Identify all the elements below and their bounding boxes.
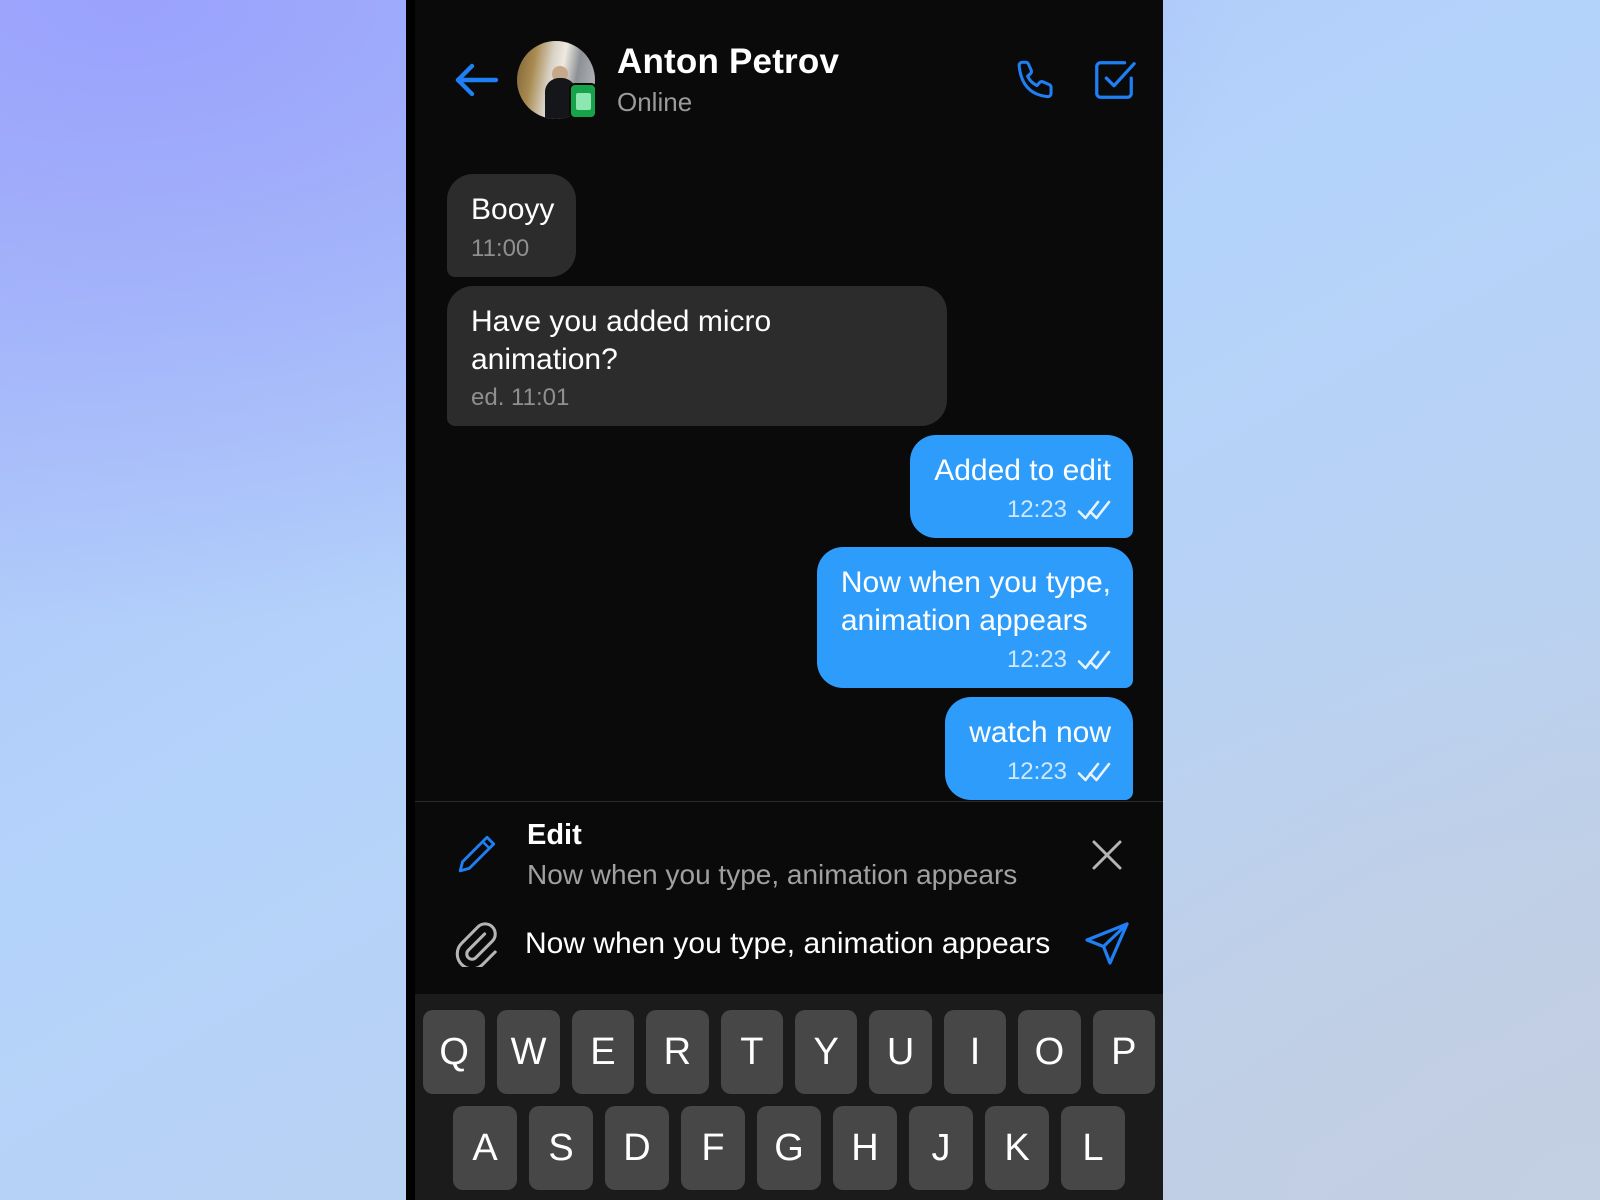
edit-preview-text: Now when you type, animation appears bbox=[527, 859, 1018, 891]
edit-close-button[interactable] bbox=[1081, 829, 1133, 881]
arrow-left-icon bbox=[455, 63, 499, 97]
message-timestamp: 12:23 bbox=[1006, 496, 1067, 524]
confirm-button[interactable] bbox=[1087, 53, 1141, 107]
message-row: Added to edit 12:23 bbox=[447, 435, 1133, 539]
phone-icon bbox=[1017, 60, 1053, 99]
send-plane-icon bbox=[1085, 922, 1129, 965]
outgoing-message-bubble[interactable]: Added to edit 12:23 bbox=[910, 435, 1133, 539]
phone-device-frame: Anton Petrov Online Booyy 11:00 Have you a… bbox=[406, 0, 1163, 1200]
header-actions bbox=[1009, 53, 1141, 107]
key-r[interactable]: R bbox=[646, 1010, 709, 1094]
send-button[interactable] bbox=[1077, 914, 1137, 974]
key-o[interactable]: O bbox=[1018, 1010, 1081, 1094]
composer-area: Edit Now when you type, animation appear… bbox=[415, 800, 1163, 994]
key-u[interactable]: U bbox=[869, 1010, 932, 1094]
keyboard-row: ASDFGHJKL bbox=[423, 1106, 1155, 1190]
message-text: Added to edit bbox=[934, 454, 1111, 488]
incoming-message-bubble[interactable]: Booyy 11:00 bbox=[447, 174, 577, 277]
key-q[interactable]: Q bbox=[422, 1010, 486, 1094]
message-text: Have you added micro animation? bbox=[471, 304, 772, 376]
check-square-icon bbox=[1095, 61, 1136, 99]
message-meta: ed. 11:01 bbox=[471, 384, 925, 412]
back-button[interactable] bbox=[447, 51, 505, 109]
on-screen-keyboard: QWERTYUIOP ASDFGHJKL bbox=[415, 994, 1163, 1200]
double-check-icon bbox=[1077, 500, 1111, 520]
incoming-message-bubble[interactable]: Have you added micro animation? ed. 11:01 bbox=[447, 285, 947, 427]
outgoing-message-bubble[interactable]: watch now 12:23 bbox=[945, 696, 1133, 800]
header-text-block: Anton Petrov Online bbox=[617, 42, 1009, 117]
message-text: watch now bbox=[969, 715, 1111, 749]
message-timestamp: 12:23 bbox=[1006, 645, 1067, 673]
message-timestamp: 12:23 bbox=[1006, 757, 1067, 785]
key-k[interactable]: K bbox=[985, 1106, 1049, 1190]
edit-title: Edit bbox=[527, 818, 582, 851]
key-s[interactable]: S bbox=[529, 1106, 593, 1190]
message-input[interactable] bbox=[525, 923, 1057, 965]
key-h[interactable]: H bbox=[833, 1106, 897, 1190]
message-meta: 12:23 bbox=[934, 496, 1111, 524]
avatar[interactable] bbox=[517, 41, 597, 119]
key-y[interactable]: Y bbox=[795, 1010, 858, 1094]
pencil-icon bbox=[447, 826, 505, 884]
message-row: watch now 12:23 bbox=[447, 696, 1133, 800]
message-list: Booyy 11:00 Have you added micro animation… bbox=[415, 160, 1163, 801]
key-d[interactable]: D bbox=[605, 1106, 669, 1190]
message-row: Booyy 11:00 bbox=[447, 174, 1133, 277]
key-e[interactable]: E bbox=[571, 1010, 635, 1094]
message-text: Booyy bbox=[471, 193, 555, 226]
message-input-bar bbox=[415, 906, 1163, 994]
key-a[interactable]: A bbox=[453, 1106, 517, 1190]
contact-name: Anton Petrov bbox=[617, 42, 840, 82]
contact-status: Online bbox=[617, 86, 693, 117]
double-check-icon bbox=[1077, 650, 1111, 670]
message-timestamp: ed. 11:01 bbox=[471, 384, 570, 412]
chat-header: Anton Petrov Online bbox=[415, 0, 1163, 160]
read-receipt-ticks bbox=[1077, 499, 1111, 521]
key-l[interactable]: L bbox=[1061, 1106, 1125, 1190]
double-check-icon bbox=[1077, 762, 1111, 781]
pencil-icon-glyph bbox=[458, 835, 496, 873]
call-button[interactable] bbox=[1009, 53, 1063, 107]
edit-text-block: Edit Now when you type, animation appear… bbox=[527, 818, 1059, 892]
paperclip-icon bbox=[455, 922, 497, 967]
message-timestamp: 11:00 bbox=[471, 234, 530, 262]
keyboard-row: QWERTYUIOP bbox=[422, 1010, 1156, 1094]
key-p[interactable]: P bbox=[1092, 1010, 1156, 1094]
message-meta: 12:23 bbox=[969, 758, 1111, 786]
read-receipt-ticks bbox=[1077, 649, 1111, 671]
online-device-badge bbox=[569, 83, 597, 119]
message-meta: 11:00 bbox=[471, 235, 554, 263]
key-t[interactable]: T bbox=[720, 1010, 783, 1094]
key-f[interactable]: F bbox=[681, 1106, 745, 1190]
read-receipt-ticks bbox=[1077, 761, 1111, 783]
message-text: Now when you type, animation appears bbox=[840, 566, 1111, 637]
key-i[interactable]: I bbox=[943, 1010, 1007, 1094]
edit-panel: Edit Now when you type, animation appear… bbox=[415, 802, 1163, 906]
key-g[interactable]: G bbox=[757, 1106, 821, 1190]
message-row: Have you added micro animation? ed. 11:01 bbox=[447, 285, 1133, 427]
attach-button[interactable] bbox=[447, 915, 505, 973]
outgoing-message-bubble[interactable]: Now when you type, animation appears 12:2… bbox=[816, 547, 1133, 688]
key-j[interactable]: J bbox=[909, 1106, 973, 1190]
close-icon bbox=[1092, 840, 1122, 870]
message-row: Now when you type, animation appears 12:2… bbox=[447, 547, 1133, 688]
key-w[interactable]: W bbox=[497, 1010, 560, 1094]
message-meta: 12:23 bbox=[841, 646, 1111, 674]
phone-screen: Anton Petrov Online Booyy 11:00 Have you a… bbox=[415, 0, 1163, 1200]
